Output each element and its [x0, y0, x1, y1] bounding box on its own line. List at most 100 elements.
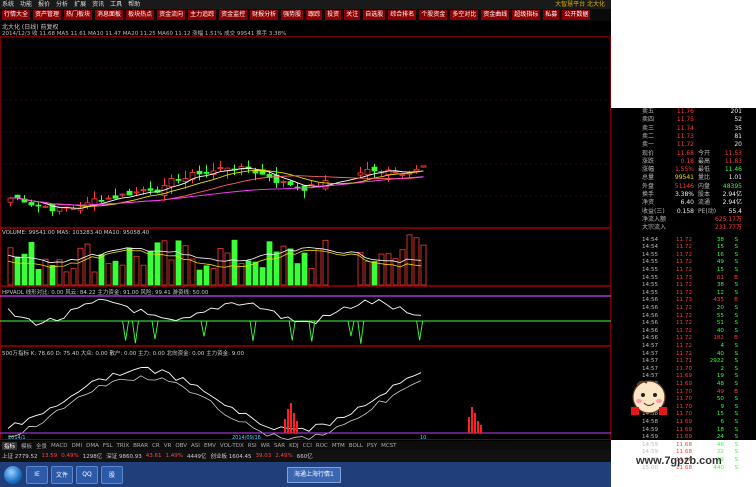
- tick-time: 14:59: [642, 441, 659, 448]
- quote-label: 换手: [642, 191, 655, 198]
- blank-area: [611, 0, 756, 108]
- quote-label: 卖四: [642, 116, 655, 124]
- signal-bar: [290, 403, 292, 433]
- indicator-tab[interactable]: MTM: [332, 443, 345, 449]
- volume-bar: [140, 264, 147, 286]
- volume-bar: [21, 253, 28, 286]
- indicator-tab[interactable]: OBV: [175, 443, 187, 449]
- candle-body: [105, 197, 112, 200]
- indicator-tab[interactable]: SAR: [274, 443, 285, 449]
- indicator-tab[interactable]: FSL: [103, 443, 113, 449]
- tick-row: 14:57 11.71 2922 S: [642, 358, 756, 366]
- tick-flag: S: [734, 304, 738, 311]
- tick-flag: S: [734, 251, 738, 258]
- indicator-tab[interactable]: KDJ: [289, 443, 298, 449]
- tick-flag: S: [734, 312, 738, 319]
- quote-label: 内盘: [698, 182, 711, 190]
- kline-chart-area[interactable]: 12.0011.8011.6011.4011.2011.0010.8010.60…: [0, 0, 611, 441]
- quote-value: 11.46: [724, 166, 742, 174]
- signal-bar: [471, 407, 473, 433]
- candle-body: [7, 197, 14, 203]
- tick-price: 11.70: [675, 388, 692, 395]
- indicator-tab[interactable]: MACD: [51, 443, 68, 449]
- tick-volume: 15: [716, 411, 724, 418]
- volume-bar: [168, 259, 175, 286]
- volume-bar: [105, 263, 112, 286]
- volume-bar: [84, 243, 91, 286]
- tick-flag: S: [734, 358, 738, 365]
- quote-row: 总量 99541 量比 1.01: [642, 174, 756, 182]
- tick-flag: S: [734, 411, 738, 418]
- taskbar-app-icon[interactable]: 文件: [51, 465, 73, 484]
- start-button[interactable]: [4, 465, 22, 484]
- indicator-tab[interactable]: EMV: [204, 443, 216, 449]
- taskbar-app-icon[interactable]: 股: [101, 465, 123, 484]
- tick-price: 11.72: [675, 312, 692, 319]
- tick-volume: 46: [716, 441, 724, 448]
- quote-row: 换手 3.38% 股本 2.94亿: [642, 191, 756, 199]
- tick-volume: 49: [716, 259, 724, 266]
- volume-bar: [252, 261, 259, 286]
- tick-row: 14:56 11.72 55 S: [642, 313, 756, 321]
- volume-bar: [133, 255, 140, 286]
- volume-readout: VOLUME: 99541.00 MA5: 103283.40 MA10: 95…: [2, 230, 150, 236]
- indicator-tab[interactable]: CR: [152, 443, 160, 449]
- candle-body: [119, 193, 126, 196]
- tick-flag: S: [734, 259, 738, 266]
- indicator-tab[interactable]: BRAR: [133, 443, 148, 449]
- indicator-tab[interactable]: WR: [261, 443, 270, 449]
- tick-volume: 15: [716, 244, 724, 251]
- indicator-spike: [131, 320, 139, 344]
- indicator-tab[interactable]: VOL-TDX: [220, 443, 244, 449]
- quote-label: 总量: [642, 174, 655, 182]
- quote-label: 最高: [698, 157, 711, 165]
- indicator-tab[interactable]: RSI: [248, 443, 257, 449]
- indicator-tab[interactable]: DMA: [86, 443, 99, 449]
- tick-time: 14:56: [642, 320, 659, 327]
- tick-price: 11.69: [675, 434, 692, 441]
- tick-price: 11.71: [675, 358, 692, 365]
- watermark-text: www.7gpzb.com: [636, 455, 722, 467]
- taskbar-app-icon[interactable]: IE: [26, 465, 48, 484]
- indicator-tab[interactable]: PSY: [367, 443, 377, 449]
- indicator-tab[interactable]: 指标: [2, 441, 18, 450]
- indicator-tab[interactable]: VR: [164, 443, 172, 449]
- quote-value: 6.40: [680, 199, 694, 207]
- tick-flag: B: [734, 388, 738, 395]
- indicator-tab[interactable]: DMI: [72, 443, 83, 449]
- tick-price: 11.73: [675, 274, 692, 281]
- quote-value: 11.72: [676, 141, 694, 149]
- candle-body: [168, 178, 175, 188]
- indicator-tab[interactable]: ASI: [191, 443, 200, 449]
- candle-body: [28, 202, 35, 206]
- candle-body: [371, 166, 378, 172]
- taskbar-task[interactable]: 海通上海行情1: [287, 466, 341, 483]
- quote-row: 大宗流入 231.77万: [642, 224, 756, 232]
- candle-body: [14, 194, 21, 199]
- tick-volume: 2: [720, 365, 724, 372]
- taskbar-app-icon[interactable]: QQ: [76, 465, 98, 484]
- quote-value: 52: [734, 116, 742, 124]
- ma-line: [10, 176, 424, 206]
- tick-price: 11.72: [675, 244, 692, 251]
- tick-price: 11.70: [675, 403, 692, 410]
- indicator-tab[interactable]: TRIX: [117, 443, 130, 449]
- tick-flag: S: [734, 373, 738, 380]
- indicator-tab[interactable]: MCST: [381, 443, 396, 449]
- volume-bar: [322, 239, 329, 286]
- indicator-tab[interactable]: CCI: [303, 443, 312, 449]
- candle-body: [175, 178, 182, 181]
- indicator-tab[interactable]: BOLL: [349, 443, 363, 449]
- quote-value: 48395: [722, 182, 742, 190]
- tick-row: 14:55 11.72 12 S: [642, 290, 756, 298]
- indicator-tab[interactable]: 模板: [21, 442, 32, 450]
- indicator-spike: [122, 320, 130, 341]
- quote-value: 11.53: [724, 149, 742, 157]
- tick-volume: 48: [716, 380, 724, 387]
- indicator-tab[interactable]: 全景: [36, 442, 47, 450]
- volume-bar: [364, 261, 371, 286]
- tick-volume: 182: [713, 335, 724, 342]
- tick-flag: B: [734, 335, 738, 342]
- indicator-tab[interactable]: ROC: [316, 443, 328, 449]
- quote-value: 11.83: [724, 157, 742, 165]
